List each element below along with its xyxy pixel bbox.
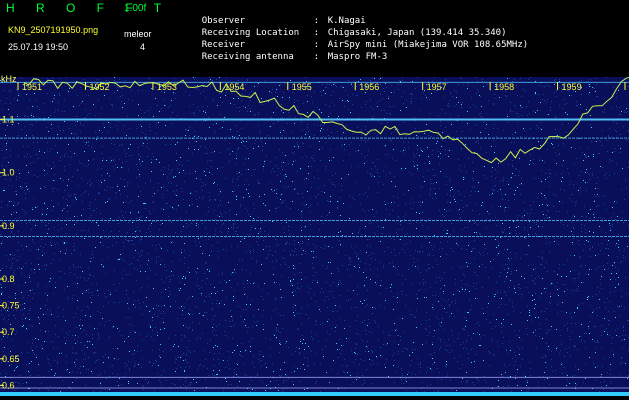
time-label-1954: 1954	[224, 82, 244, 92]
antenna-row: Receiving antenna: Maspro FM-3	[180, 39, 388, 75]
time-label-1952: 1952	[89, 82, 109, 92]
time-label-1953: 1953	[157, 82, 177, 92]
filename-label: KN9_2507191950.png	[8, 25, 99, 35]
antenna-value: Maspro FM-3	[327, 52, 388, 62]
antenna-label: Receiving antenna	[201, 52, 294, 62]
y-tick-label-0.8: 0.8	[2, 274, 15, 284]
y-axis-label: kHz	[1, 74, 17, 84]
antenna-sep: :	[313, 52, 320, 62]
time-label-1956: 1956	[359, 82, 379, 92]
y-tick-label-1.1: 1.1	[2, 115, 15, 125]
time-label-1957: 1957	[427, 82, 447, 92]
time-label-1955: 1955	[292, 82, 312, 92]
y-tick-label-0.7: 0.7	[2, 327, 15, 337]
time-label-1959: 1959	[562, 82, 582, 92]
version-label: 1.00f	[124, 3, 147, 14]
mode-value: 4	[140, 42, 146, 52]
y-tick-label-0.6: 0.6	[2, 380, 15, 390]
y-tick-label-0.9: 0.9	[2, 221, 15, 231]
y-tick-label-0.75: 0.75	[2, 301, 20, 311]
baseline-band	[0, 392, 629, 396]
datetime-label: 25.07.19 19:50	[8, 42, 69, 52]
time-label-1958: 1958	[494, 82, 514, 92]
hroft-window: 1951195219531954195519561957195819592000…	[0, 0, 629, 400]
mode-label: meleor	[124, 29, 152, 39]
time-label-1951: 1951	[22, 82, 42, 92]
y-tick-label-1.0: 1.0	[2, 168, 15, 178]
y-tick-label-0.65: 0.65	[2, 354, 20, 364]
